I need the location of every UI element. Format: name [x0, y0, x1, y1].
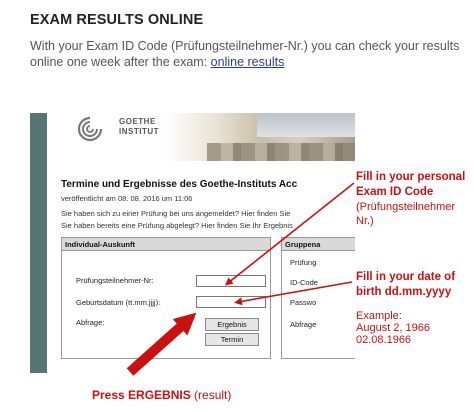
sidebar-stripe	[30, 113, 47, 373]
logo-line-1: GOETHE	[119, 117, 156, 126]
dob-note-text: Fill in your date of birth dd.mm.yyyy	[356, 271, 456, 298]
registered-line: Sie haben sich zu einer Prüfung bei uns …	[61, 209, 291, 218]
dob-example-short: 02.08.1966	[356, 334, 412, 346]
dob-input[interactable]	[196, 296, 266, 308]
embedded-screenshot: GOETHE INSTITUT Termine und Ergebnisse d…	[30, 113, 355, 373]
dob-example: Example: August 2, 1966 02.08.1966	[356, 310, 472, 346]
dob-example-long: August 2, 1966	[356, 322, 431, 334]
press-ergebnis-rest: (result)	[190, 388, 232, 402]
ergebnis-button[interactable]: Ergebnis	[205, 318, 259, 331]
dob-note: Fill in your date of birth dd.mm.yyyy	[356, 270, 472, 300]
exam-id-label: Prüfungsteilnehmer-Nr:	[76, 276, 154, 285]
online-results-link[interactable]: online results	[211, 55, 285, 69]
goethe-logo-text: GOETHE INSTITUT	[119, 117, 159, 137]
exam-id-note: Fill in your personal Exam ID Code	[356, 170, 472, 200]
page-title: EXAM RESULTS ONLINE	[30, 12, 204, 28]
logo-line-2: INSTITUT	[119, 127, 159, 136]
banner-stones	[207, 143, 355, 161]
inner-page-title: Termine und Ergebnisse des Goethe-Instit…	[61, 179, 298, 190]
exam-id-input[interactable]	[196, 275, 266, 287]
exam-id-note-text: Fill in your personal Exam ID Code	[356, 171, 466, 198]
result-line: Sie haben bereits eine Prüfung abgelegt?…	[61, 221, 293, 230]
group-exam-label: Prüfung	[290, 258, 317, 267]
published-date: veröffentlicht am 08. 08. 2016 um 11:06	[61, 194, 193, 203]
banner-sky	[257, 113, 355, 137]
individual-query-panel: Individual-Auskunft Prüfungsteilnehmer-N…	[61, 237, 271, 359]
group-query-panel: Gruppena Prüfung ID-Code Passwo Abfrage	[281, 237, 355, 359]
group-query-label: Abfrage	[290, 320, 317, 329]
group-id-code-label: ID-Code	[290, 278, 318, 287]
termin-button[interactable]: Termin	[205, 333, 259, 346]
header-banner: GOETHE INSTITUT	[47, 113, 355, 161]
group-panel-header: Gruppena	[282, 238, 355, 251]
dob-label: Geburtsdatum (tt.mm.jjjj):	[76, 298, 161, 307]
query-label: Abfrage:	[76, 318, 105, 327]
individual-panel-header: Individual-Auskunft	[62, 238, 270, 251]
group-password-label: Passwo	[290, 298, 317, 307]
goethe-logo-icon	[77, 116, 103, 142]
press-ergebnis-bold: Press ERGEBNIS	[92, 388, 191, 402]
press-ergebnis-note: Press ERGEBNIS (result)	[92, 388, 231, 402]
exam-id-note-sub: (Prüfungsteilnehmer Nr.)	[356, 201, 456, 227]
dob-example-label: Example:	[356, 310, 402, 322]
intro-paragraph: With your Exam ID Code (Prüfungsteilnehm…	[30, 38, 470, 70]
